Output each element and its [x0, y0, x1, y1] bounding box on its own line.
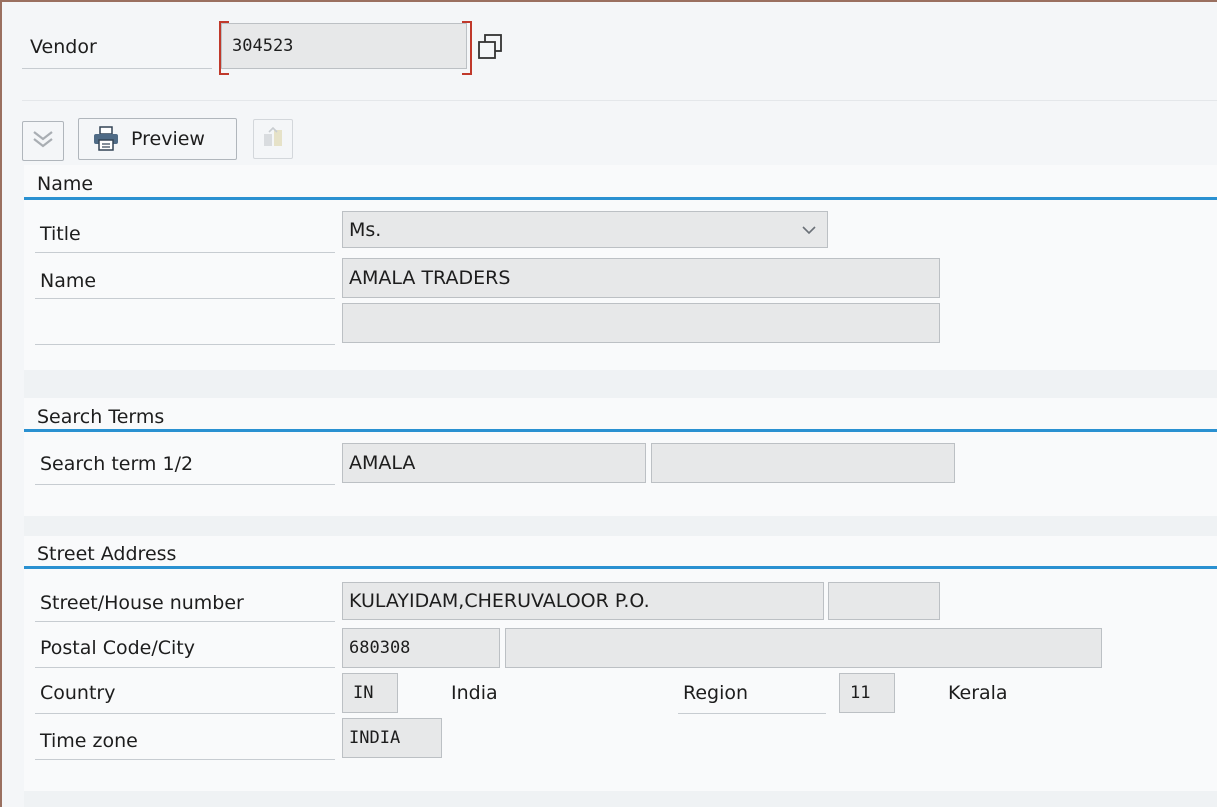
vendor-input-value: 304523: [232, 36, 294, 56]
name-section-title: Name: [37, 173, 94, 195]
printer-icon: [91, 125, 121, 153]
vendor-input-marker-left: [219, 21, 229, 75]
region-label-underline: [678, 713, 826, 714]
timezone-label: Time zone: [40, 730, 138, 752]
country-label-underline: [35, 713, 335, 714]
search-term1-value: AMALA: [349, 452, 416, 474]
vendor-label: Vendor: [30, 36, 97, 58]
timezone-label-underline: [35, 759, 335, 760]
region-code-value: 11: [850, 683, 871, 703]
preview-button-label: Preview: [131, 128, 205, 150]
copy-icon[interactable]: [475, 32, 505, 62]
name-section-divider: [24, 197, 1217, 200]
vendor-input-marker-right: [462, 21, 472, 75]
title-select[interactable]: Ms.: [342, 211, 828, 248]
name-label-underline: [35, 298, 335, 299]
region-label: Region: [683, 682, 749, 704]
section-gap-1: [24, 370, 1217, 398]
transfer-button[interactable]: [253, 119, 293, 159]
title-label: Title: [40, 223, 81, 245]
section-gap-2: [24, 516, 1217, 536]
name2-input[interactable]: [342, 303, 940, 343]
address-section-title: Street Address: [37, 543, 177, 565]
name-input[interactable]: AMALA TRADERS: [342, 258, 940, 298]
search-term-label: Search term 1/2: [40, 453, 194, 475]
vendor-input[interactable]: 304523: [221, 23, 467, 69]
search-term1-input[interactable]: AMALA: [342, 443, 646, 483]
search-term2-input[interactable]: [651, 443, 955, 483]
region-name-text: Kerala: [948, 682, 1008, 704]
vendor-label-underline: [22, 68, 212, 69]
country-label: Country: [40, 682, 116, 704]
preview-button[interactable]: Preview: [78, 118, 237, 160]
name2-label-underline: [35, 344, 335, 345]
postal-code-input[interactable]: 680308: [342, 628, 500, 668]
postal-code-value: 680308: [349, 638, 411, 658]
search-section-title: Search Terms: [37, 406, 165, 428]
header-divider: [22, 100, 1217, 101]
street-input-value: KULAYIDAM,CHERUVALOOR P.O.: [349, 590, 650, 612]
street-label-underline: [35, 621, 335, 622]
search-section-divider: [24, 429, 1217, 432]
address-section-divider: [24, 566, 1217, 569]
section-gap-3: [24, 791, 1217, 807]
timezone-input[interactable]: INDIA: [342, 718, 442, 758]
title-select-value: Ms.: [349, 218, 382, 241]
street-label: Street/House number: [40, 592, 244, 614]
street-input[interactable]: KULAYIDAM,CHERUVALOOR P.O.: [342, 582, 824, 620]
postal-city-label: Postal Code/City: [40, 637, 195, 659]
name-input-value: AMALA TRADERS: [349, 267, 511, 289]
country-code-value: IN: [353, 683, 374, 703]
country-code-input[interactable]: IN: [342, 673, 398, 713]
collapse-button[interactable]: [22, 121, 64, 161]
timezone-value: INDIA: [349, 728, 401, 748]
postal-city-label-underline: [35, 667, 335, 668]
city-input[interactable]: [505, 628, 1102, 668]
transfer-icon: [260, 124, 286, 155]
title-label-underline: [35, 252, 335, 253]
dropdown-chevron-icon: [801, 224, 817, 236]
collapse-icon: [30, 126, 56, 157]
search-term-label-underline: [35, 484, 335, 485]
name-label: Name: [40, 270, 97, 292]
house-number-input[interactable]: [828, 582, 940, 620]
country-name-text: India: [451, 682, 498, 704]
region-code-input[interactable]: 11: [839, 673, 895, 713]
